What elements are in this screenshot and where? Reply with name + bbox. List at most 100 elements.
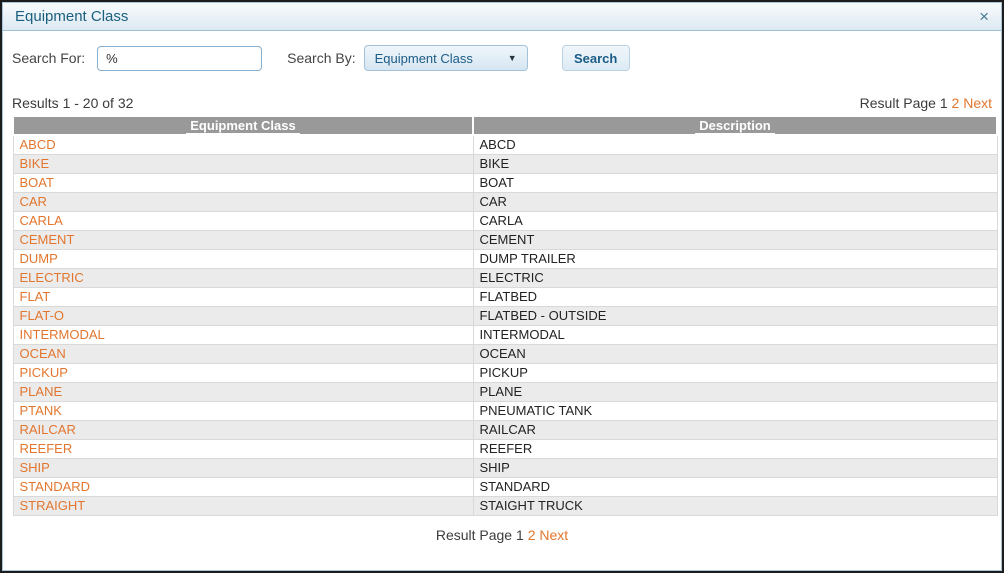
sort-description-link[interactable]: Description: [695, 118, 775, 134]
equipment-class-link[interactable]: BOAT: [20, 175, 54, 190]
equipment-class-cell: FLAT-O: [12, 305, 474, 326]
description-cell: RAILCAR: [472, 419, 998, 440]
equipment-class-link[interactable]: CAR: [20, 194, 47, 209]
equipment-class-cell: PLANE: [12, 381, 474, 402]
description-cell: PICKUP: [472, 362, 998, 383]
table-row: PTANK PNEUMATIC TANK: [12, 400, 998, 421]
equipment-class-link[interactable]: CEMENT: [20, 232, 75, 247]
equipment-class-link[interactable]: OCEAN: [20, 346, 66, 361]
description-cell: BIKE: [472, 153, 998, 174]
equipment-class-link[interactable]: PTANK: [20, 403, 62, 418]
equipment-class-link[interactable]: STRAIGHT: [20, 498, 86, 513]
description-cell: PNEUMATIC TANK: [472, 400, 998, 421]
table-row: CEMENT CEMENT: [12, 229, 998, 250]
description-cell: PLANE: [472, 381, 998, 402]
equipment-class-link[interactable]: FLAT: [20, 289, 51, 304]
equipment-class-cell: RAILCAR: [12, 419, 474, 440]
description-cell: SHIP: [472, 457, 998, 478]
equipment-class-cell: REEFER: [12, 438, 474, 459]
pagination-top: Result Page 1 2 Next: [860, 95, 992, 111]
equipment-class-cell: FLAT: [12, 286, 474, 307]
table-row: CARLA CARLA: [12, 210, 998, 231]
equipment-class-cell: CARLA: [12, 210, 474, 231]
dialog-title: Equipment Class: [15, 8, 129, 25]
pagination-current-page: 1: [939, 95, 948, 111]
table-row: PLANE PLANE: [12, 381, 998, 402]
pagination-label: Result Page: [435, 526, 513, 543]
equipment-class-cell: BOAT: [12, 172, 474, 193]
equipment-class-link[interactable]: FLAT-O: [20, 308, 65, 323]
description-cell: REEFER: [472, 438, 998, 459]
results-row: Results 1 - 20 of 32 Result Page 1 2 Nex…: [12, 95, 992, 111]
equipment-class-link[interactable]: CARLA: [20, 213, 63, 228]
pagination-page-2-link[interactable]: 2: [952, 95, 960, 111]
table-row: DUMP DUMP TRAILER: [12, 248, 998, 269]
table-row: ELECTRIC ELECTRIC: [12, 267, 998, 288]
equipment-class-cell: INTERMODAL: [12, 324, 474, 345]
equipment-class-link[interactable]: INTERMODAL: [20, 327, 105, 342]
equipment-class-link[interactable]: BIKE: [20, 156, 50, 171]
equipment-class-cell: CEMENT: [12, 229, 474, 250]
equipment-class-link[interactable]: ABCD: [20, 137, 56, 152]
description-cell: OCEAN: [472, 343, 998, 364]
description-cell: STAIGHT TRUCK: [472, 495, 998, 516]
description-cell: STANDARD: [472, 476, 998, 497]
description-cell: DUMP TRAILER: [472, 248, 998, 269]
description-cell: CAR: [472, 191, 998, 212]
table-row: ABCD ABCD: [12, 134, 998, 155]
dialog-titlebar: Equipment Class ×: [3, 3, 1001, 31]
equipment-table: Equipment Class Description ABCD ABCD BI…: [12, 115, 998, 516]
table-row: CAR CAR: [12, 191, 998, 212]
equipment-class-cell: PICKUP: [12, 362, 474, 383]
pagination-label: Result Page: [859, 95, 936, 111]
pagination-page-2-link[interactable]: 2: [528, 527, 536, 543]
equipment-class-link[interactable]: ELECTRIC: [20, 270, 84, 285]
pagination-current-page: 1: [516, 526, 524, 543]
equipment-class-cell: PTANK: [12, 400, 474, 421]
description-cell: INTERMODAL: [472, 324, 998, 345]
table-row: INTERMODAL INTERMODAL: [12, 324, 998, 345]
description-cell: ELECTRIC: [472, 267, 998, 288]
search-by-dropdown[interactable]: Equipment Class ▼: [363, 45, 528, 71]
equipment-class-link[interactable]: SHIP: [20, 460, 50, 475]
sort-equipment-class-link[interactable]: Equipment Class: [186, 118, 300, 134]
table-row: FLAT-O FLATBED - OUTSIDE: [12, 305, 998, 326]
search-input[interactable]: [97, 45, 263, 71]
description-cell: FLATBED: [472, 286, 998, 307]
equipment-class-link[interactable]: STANDARD: [20, 479, 91, 494]
equipment-class-cell: CAR: [12, 191, 474, 212]
pagination-bottom: Result Page 1 2 Next: [12, 527, 992, 543]
equipment-class-link[interactable]: PICKUP: [20, 365, 68, 380]
description-cell: BOAT: [472, 172, 998, 193]
search-for-label: Search For:: [12, 50, 86, 66]
table-row: STRAIGHT STAIGHT TRUCK: [12, 495, 998, 516]
description-cell: ABCD: [472, 134, 998, 155]
dialog-content: Search For: Search By: Equipment Class ▼…: [2, 45, 1002, 543]
equipment-table-header: Equipment Class Description: [12, 115, 998, 136]
equipment-class-dialog: Equipment Class × Search For: Search By:…: [0, 0, 1004, 573]
description-cell: FLATBED - OUTSIDE: [472, 305, 998, 326]
close-icon[interactable]: ×: [979, 8, 989, 25]
table-row: REEFER REEFER: [12, 438, 998, 459]
results-summary: Results 1 - 20 of 32: [12, 95, 134, 111]
equipment-class-link[interactable]: RAILCAR: [20, 422, 76, 437]
pagination-next-link[interactable]: Next: [963, 95, 992, 111]
table-row: OCEAN OCEAN: [12, 343, 998, 364]
chevron-down-icon: ▼: [507, 53, 517, 63]
table-row: BOAT BOAT: [12, 172, 998, 193]
equipment-class-cell: BIKE: [12, 153, 474, 174]
equipment-class-link[interactable]: REEFER: [20, 441, 73, 456]
equipment-table-body: ABCD ABCD BIKE BIKE BOAT BOAT CAR CAR CA…: [12, 134, 998, 516]
column-header-description: Description: [472, 115, 998, 136]
equipment-class-cell: DUMP: [12, 248, 474, 269]
equipment-class-cell: SHIP: [12, 457, 474, 478]
equipment-class-link[interactable]: DUMP: [20, 251, 58, 266]
equipment-class-link[interactable]: PLANE: [20, 384, 63, 399]
table-row: PICKUP PICKUP: [12, 362, 998, 383]
search-by-selected-value: Equipment Class: [374, 50, 473, 66]
equipment-class-cell: ELECTRIC: [12, 267, 474, 288]
search-button[interactable]: Search: [561, 45, 630, 71]
search-by-label: Search By:: [287, 50, 356, 66]
pagination-next-link[interactable]: Next: [539, 527, 568, 543]
table-row: SHIP SHIP: [12, 457, 998, 478]
